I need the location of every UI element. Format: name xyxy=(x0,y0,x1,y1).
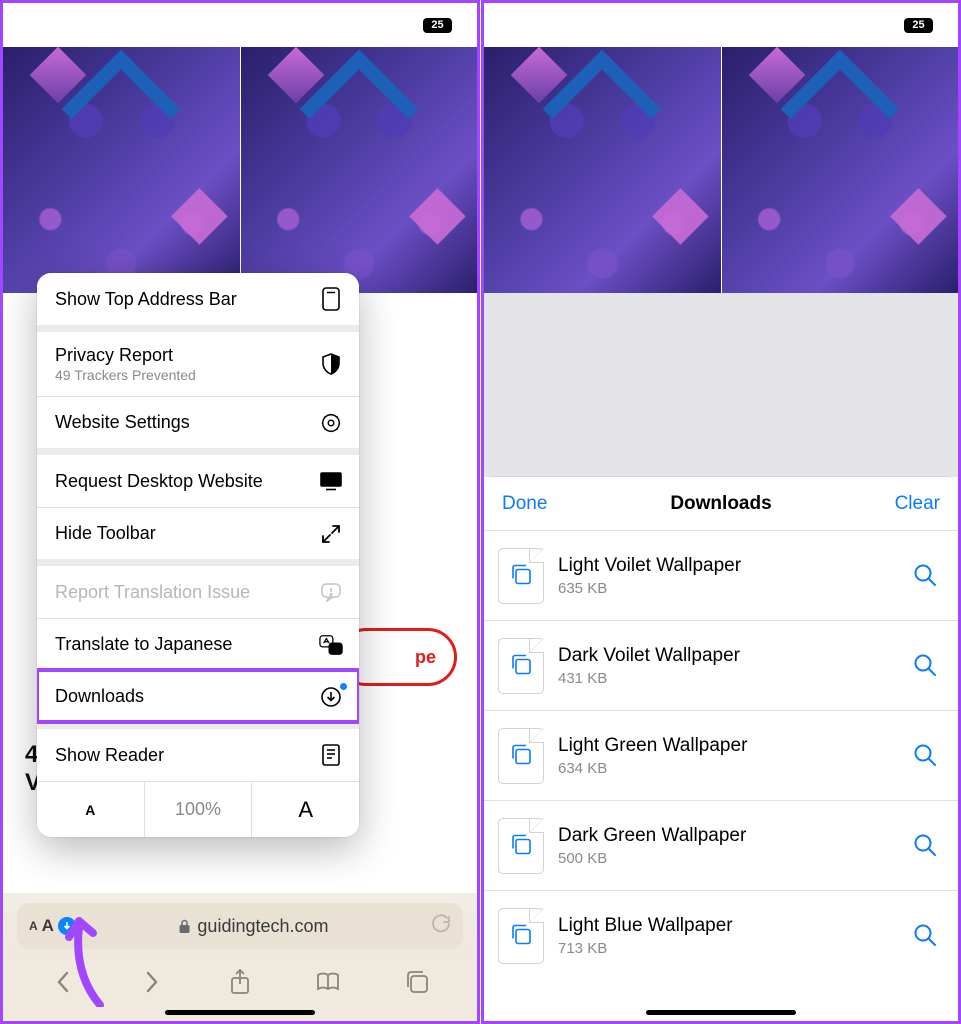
shield-half-icon xyxy=(319,352,343,376)
file-icon xyxy=(498,818,544,874)
reader-icon xyxy=(319,743,343,767)
aa-button[interactable]: AA xyxy=(29,916,76,936)
screenshot-right: 10:36 25 Done Downloads Clear xyxy=(481,0,961,1024)
menu-translate[interactable]: Translate to Japanese 文 xyxy=(37,618,359,670)
bookmarks-button[interactable] xyxy=(313,967,343,997)
reveal-button[interactable] xyxy=(912,652,940,680)
zoom-controls: A 100% A xyxy=(37,781,359,837)
file-icon xyxy=(498,548,544,604)
download-name: Light Blue Wallpaper xyxy=(558,915,898,937)
menu-show-reader[interactable]: Show Reader xyxy=(37,729,359,781)
sheet-header: Done Downloads Clear xyxy=(484,477,958,530)
reveal-button[interactable] xyxy=(912,742,940,770)
battery-icon: 25 xyxy=(423,18,455,33)
file-icon xyxy=(498,638,544,694)
hero-wallpaper xyxy=(3,47,477,293)
home-indicator xyxy=(165,1010,315,1015)
home-indicator xyxy=(646,1010,796,1015)
menu-show-top-address-bar[interactable]: Show Top Address Bar xyxy=(37,273,359,325)
zoom-value: 100% xyxy=(144,782,252,837)
back-button[interactable] xyxy=(48,967,78,997)
file-icon xyxy=(498,728,544,784)
file-icon xyxy=(498,908,544,964)
safari-toolbar xyxy=(3,957,477,1021)
downloads-sheet: Done Downloads Clear Light Voilet Wallpa… xyxy=(484,477,958,1021)
clear-button[interactable]: Clear xyxy=(895,493,940,515)
menu-downloads[interactable]: Downloads xyxy=(37,670,359,722)
menu-request-desktop[interactable]: Request Desktop Website xyxy=(37,455,359,507)
menu-report-translation: Report Translation Issue xyxy=(37,566,359,618)
download-circle-icon xyxy=(319,685,343,709)
download-name: Light Green Wallpaper xyxy=(558,735,898,757)
reveal-button[interactable] xyxy=(912,562,940,590)
downloads-list: Light Voilet Wallpaper 635 KB Dark Voile… xyxy=(484,530,958,1021)
tabs-button[interactable] xyxy=(402,967,432,997)
download-row[interactable]: Light Green Wallpaper 634 KB xyxy=(484,710,958,800)
download-size: 500 KB xyxy=(558,850,898,867)
desktop-icon xyxy=(319,469,343,493)
gear-icon xyxy=(319,411,343,435)
download-size: 431 KB xyxy=(558,670,898,687)
menu-website-settings[interactable]: Website Settings xyxy=(37,396,359,448)
screenshot-left: 10:35 25 pe 4 V Show Top Add xyxy=(0,0,480,1024)
zoom-out-button[interactable]: A xyxy=(37,782,144,837)
download-name: Dark Voilet Wallpaper xyxy=(558,645,898,667)
reload-button[interactable] xyxy=(431,914,451,939)
lock-icon xyxy=(178,919,191,934)
download-size: 713 KB xyxy=(558,940,898,957)
download-indicator-icon xyxy=(58,917,76,935)
svg-text:文: 文 xyxy=(331,644,340,653)
download-row[interactable]: Light Blue Wallpaper 713 KB xyxy=(484,890,958,980)
url-display[interactable]: guidingtech.com xyxy=(86,916,421,937)
menu-privacy-report[interactable]: Privacy Report 49 Trackers Prevented xyxy=(37,332,359,396)
download-name: Light Voilet Wallpaper xyxy=(558,555,898,577)
reveal-button[interactable] xyxy=(912,922,940,950)
done-button[interactable]: Done xyxy=(502,493,547,515)
menu-hide-toolbar[interactable]: Hide Toolbar xyxy=(37,507,359,559)
sheet-title: Downloads xyxy=(670,493,771,515)
battery-icon: 25 xyxy=(904,18,936,33)
page-settings-menu: Show Top Address Bar Privacy Report 49 T… xyxy=(37,273,359,837)
download-name: Dark Green Wallpaper xyxy=(558,825,898,847)
address-bar[interactable]: AA guidingtech.com xyxy=(17,903,463,949)
hero-wallpaper xyxy=(484,47,958,293)
download-size: 635 KB xyxy=(558,580,898,597)
address-bar-top-icon xyxy=(319,287,343,311)
reveal-button[interactable] xyxy=(912,832,940,860)
arrows-diagonal-icon xyxy=(319,522,343,546)
download-size: 634 KB xyxy=(558,760,898,777)
forward-button[interactable] xyxy=(137,967,167,997)
download-row[interactable]: Light Voilet Wallpaper 635 KB xyxy=(484,530,958,620)
translate-icon: 文 xyxy=(319,633,343,657)
page-gray-area xyxy=(484,293,958,477)
address-bar-container: AA guidingtech.com xyxy=(3,893,477,957)
zoom-in-button[interactable]: A xyxy=(251,782,359,837)
share-button[interactable] xyxy=(225,967,255,997)
report-bubble-icon xyxy=(319,580,343,604)
download-row[interactable]: Dark Voilet Wallpaper 431 KB xyxy=(484,620,958,710)
download-row[interactable]: Dark Green Wallpaper 500 KB xyxy=(484,800,958,890)
